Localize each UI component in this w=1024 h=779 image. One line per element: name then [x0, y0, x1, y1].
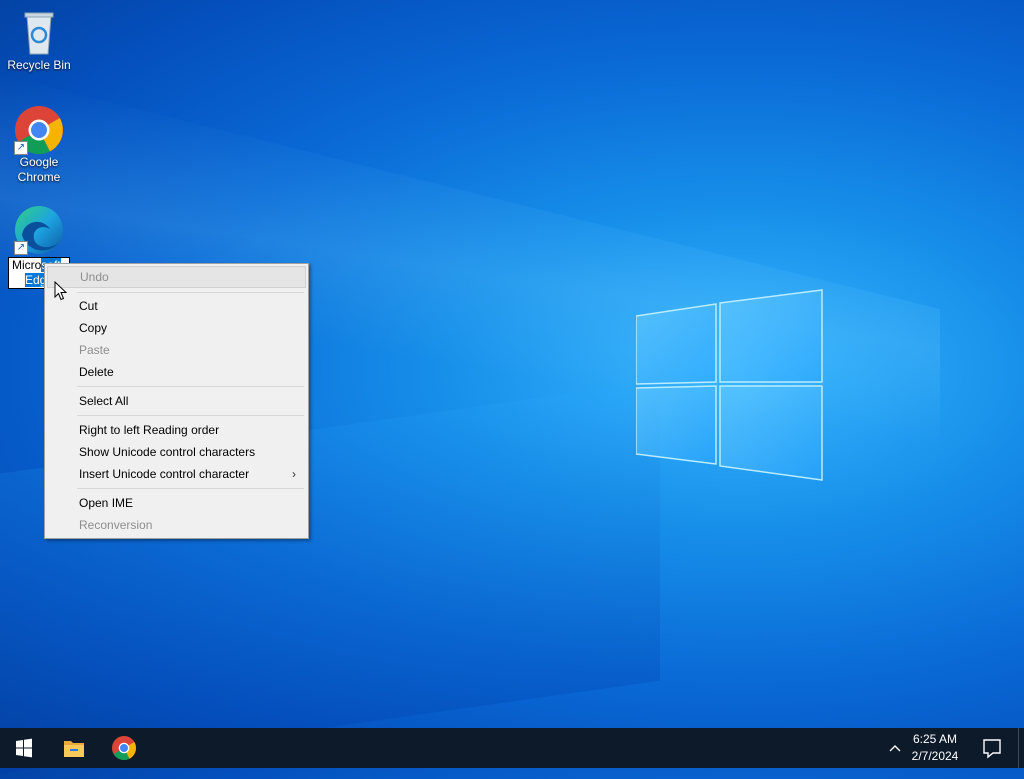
desktop-icon-google-chrome[interactable]: ↗ Google Chrome — [2, 105, 76, 185]
menu-item-rtl-reading-order[interactable]: Right to left Reading order — [47, 419, 306, 441]
chrome-label-line1: Google — [19, 155, 59, 169]
chrome-icon — [112, 736, 137, 761]
clock-time: 6:25 AM — [912, 732, 958, 746]
menu-item-reconversion-label: Reconversion — [79, 518, 153, 532]
edge-icon: ↗ — [12, 205, 66, 255]
recycle-bin-label: Recycle Bin — [7, 58, 71, 72]
menu-item-undo[interactable]: Undo — [47, 266, 306, 288]
recycle-bin-icon — [12, 8, 66, 58]
desktop-icon-microsoft-edge[interactable]: ↗ — [2, 205, 76, 255]
edit-context-menu: Undo Cut Copy Paste Delete Select All Ri… — [44, 263, 309, 539]
start-icon — [16, 738, 32, 758]
notifications-icon — [983, 739, 1001, 759]
menu-item-show-unicode[interactable]: Show Unicode control characters — [47, 441, 306, 463]
menu-item-show-unicode-label: Show Unicode control characters — [79, 445, 256, 459]
chrome-label-line2: Chrome — [17, 170, 61, 184]
menu-item-copy-label: Copy — [79, 321, 108, 335]
menu-item-insert-unicode-label: Insert Unicode control character — [79, 467, 250, 481]
taskbar-chrome[interactable] — [100, 728, 148, 768]
menu-item-delete-label: Delete — [79, 365, 114, 379]
menu-item-rtl-label: Right to left Reading order — [79, 423, 220, 437]
menu-item-open-ime-label: Open IME — [79, 496, 134, 510]
menu-separator — [77, 415, 304, 416]
shortcut-arrow-icon: ↗ — [14, 141, 28, 155]
desktop-icon-recycle-bin[interactable]: Recycle Bin — [2, 8, 76, 73]
menu-item-insert-unicode[interactable]: Insert Unicode control character › — [47, 463, 306, 485]
clock-date: 2/7/2024 — [911, 749, 959, 763]
menu-item-paste[interactable]: Paste — [47, 339, 306, 361]
rename-text-unselected: Micro — [12, 258, 42, 272]
mouse-pointer-icon — [54, 281, 68, 301]
show-desktop-button[interactable] — [1018, 728, 1024, 768]
menu-item-select-all[interactable]: Select All — [47, 390, 306, 412]
start-button[interactable] — [0, 728, 48, 768]
menu-separator — [77, 292, 304, 293]
menu-item-select-all-label: Select All — [79, 394, 129, 408]
file-explorer-icon — [64, 741, 84, 757]
menu-item-paste-label: Paste — [79, 343, 110, 357]
menu-item-delete[interactable]: Delete — [47, 361, 306, 383]
chrome-icon: ↗ — [12, 105, 66, 155]
taskbar: 6:25 AM 2/7/2024 — [0, 728, 1024, 768]
submenu-chevron-icon: › — [292, 467, 296, 481]
menu-item-copy[interactable]: Copy — [47, 317, 306, 339]
menu-item-open-ime[interactable]: Open IME — [47, 492, 306, 514]
show-hidden-icons-chevron-icon[interactable] — [886, 740, 904, 756]
windows-logo-wallpaper — [636, 289, 823, 481]
menu-separator — [77, 488, 304, 489]
taskbar-file-explorer[interactable] — [50, 728, 98, 768]
menu-item-undo-label: Undo — [80, 270, 109, 284]
menu-item-reconversion[interactable]: Reconversion — [47, 514, 306, 536]
menu-separator — [77, 386, 304, 387]
taskbar-clock[interactable]: 6:25 AM 2/7/2024 — [909, 731, 961, 765]
action-center-button[interactable] — [972, 728, 1012, 768]
menu-item-cut-label: Cut — [79, 299, 98, 313]
menu-item-cut[interactable]: Cut — [47, 295, 306, 317]
shortcut-arrow-icon: ↗ — [14, 241, 28, 255]
